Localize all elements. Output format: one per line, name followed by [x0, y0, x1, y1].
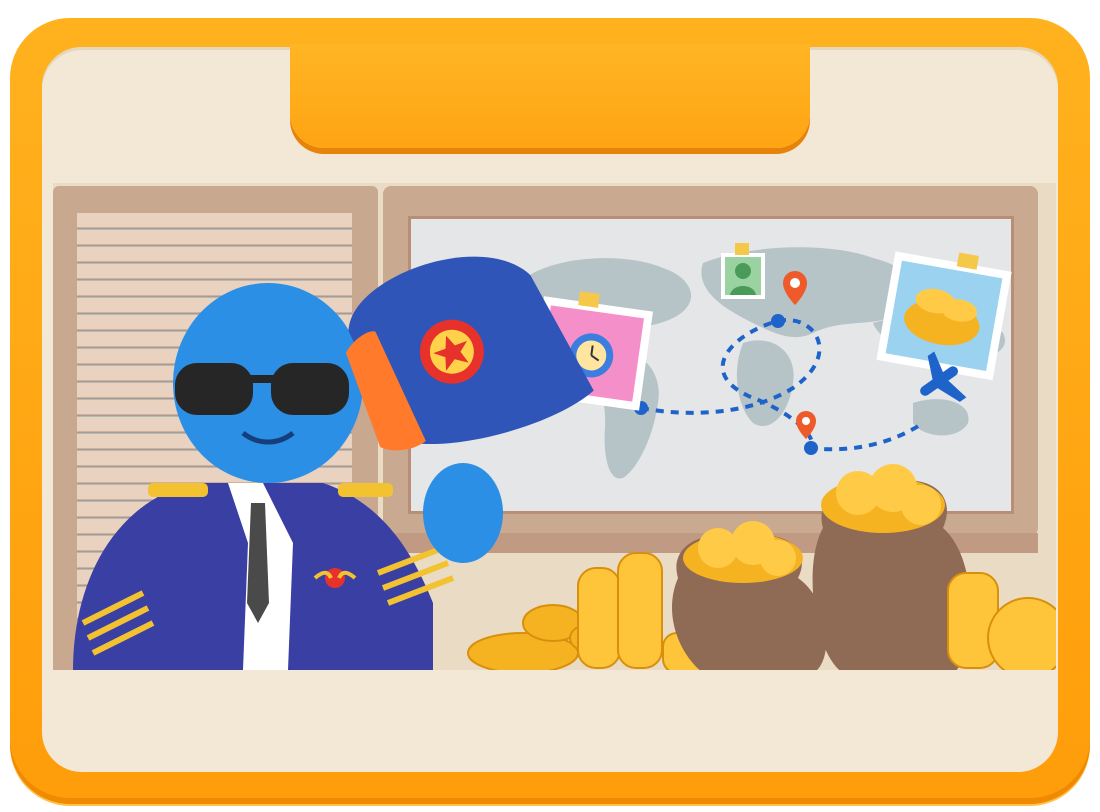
money-sack [672, 521, 827, 670]
title-banner [290, 44, 810, 148]
world-map-drawing [73, 243, 1056, 670]
route-stop-dot-2 [804, 441, 818, 455]
coin-piles [467, 464, 1056, 670]
route-stop-dot [771, 314, 785, 328]
coins-photo [876, 251, 1012, 381]
illustration-scene [53, 183, 1056, 670]
pilot-character [73, 256, 594, 670]
money-sack-2 [812, 464, 971, 670]
